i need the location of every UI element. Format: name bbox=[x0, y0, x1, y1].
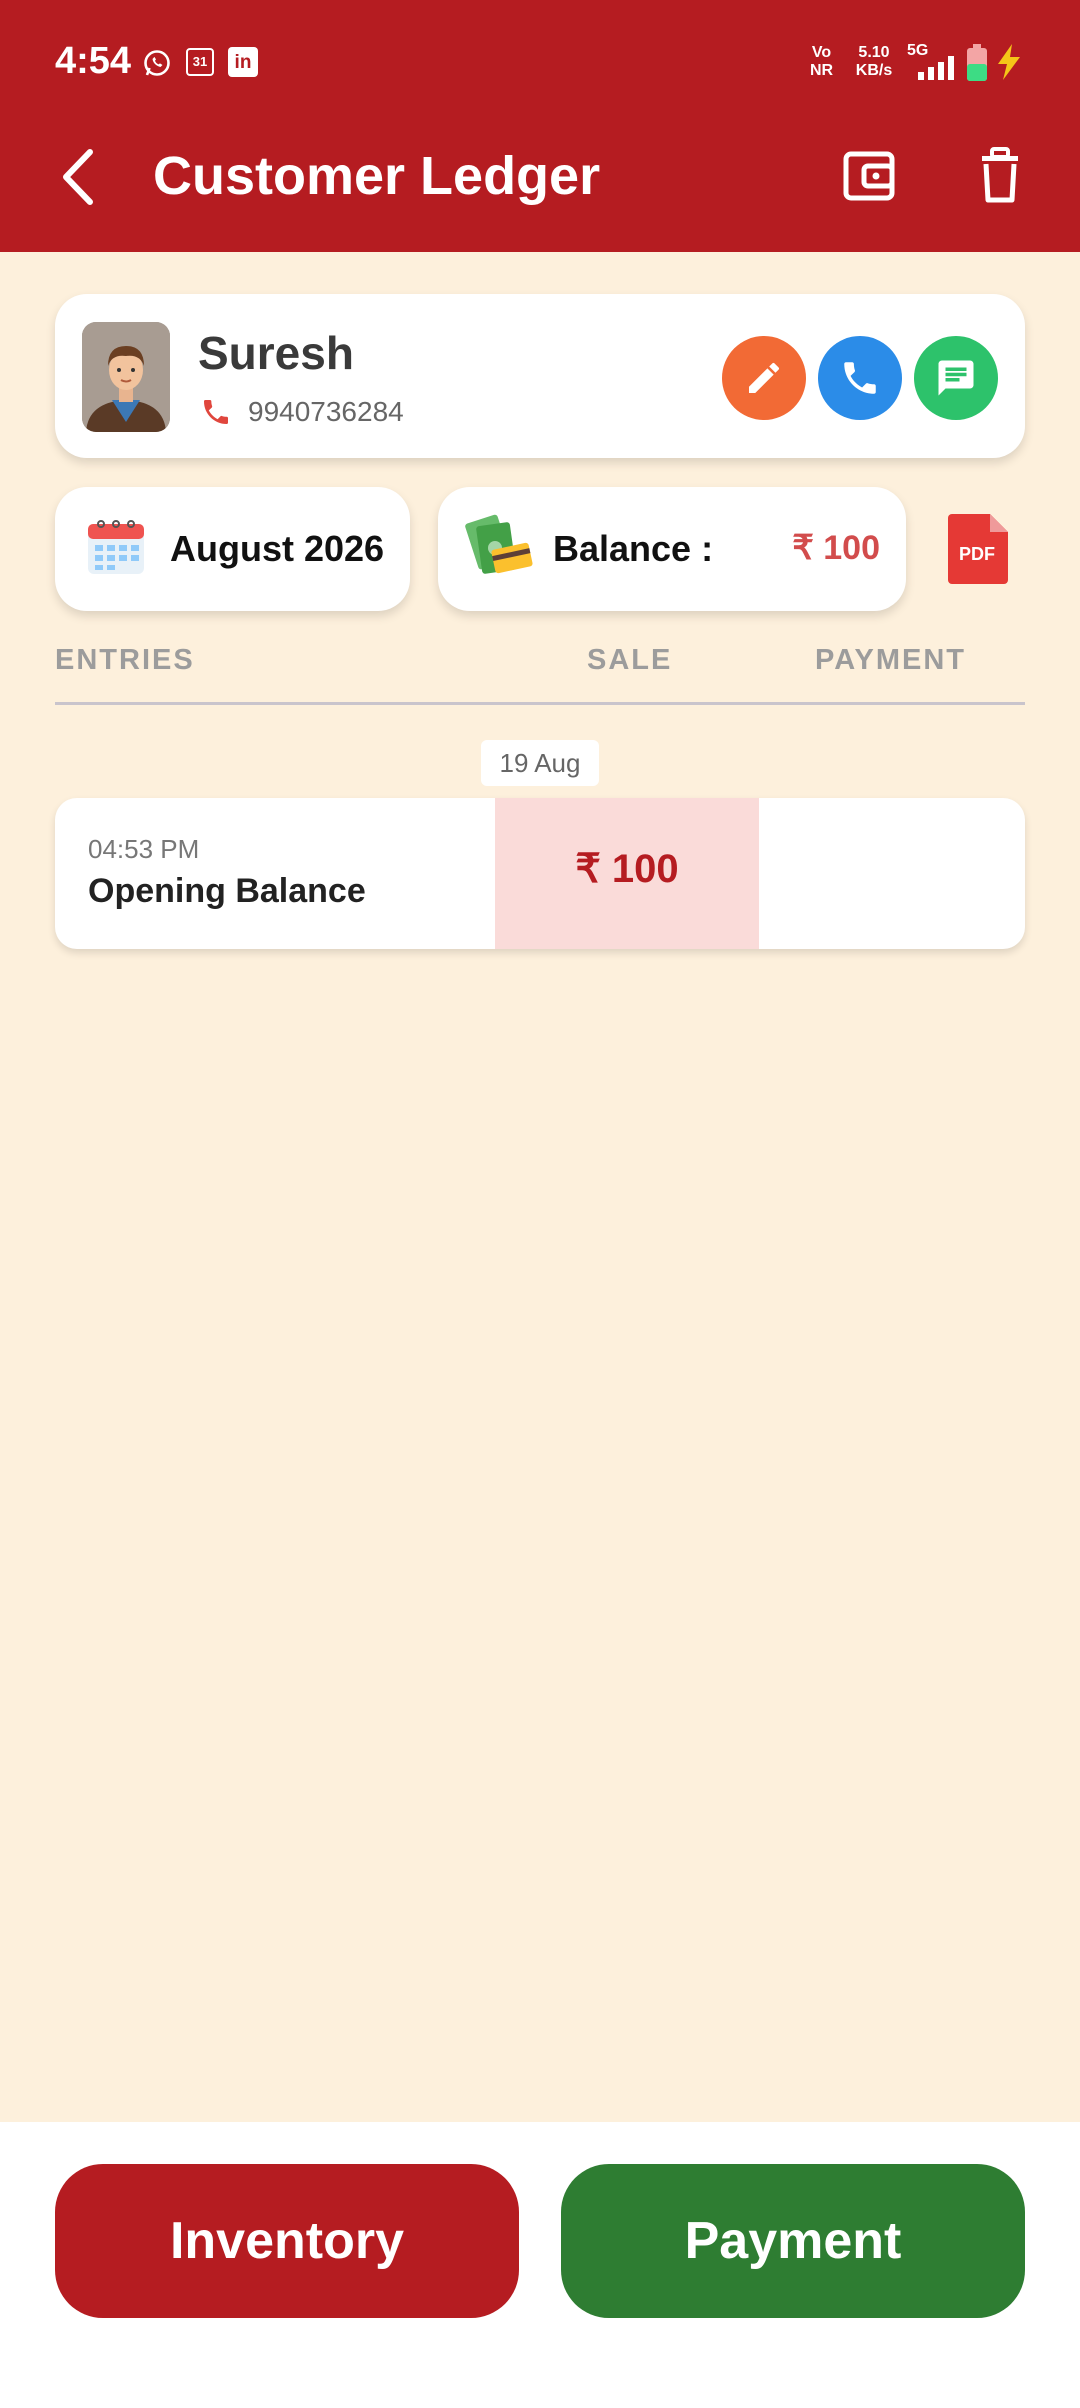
trash-icon[interactable] bbox=[978, 146, 1022, 204]
balance-value: ₹ 100 bbox=[792, 529, 880, 567]
ledger-entry-row[interactable]: 04:53 PM Opening Balance ₹ 100 bbox=[55, 798, 1025, 949]
date-chip: 19 Aug bbox=[481, 740, 599, 786]
whatsapp-icon bbox=[144, 50, 170, 76]
back-chevron-icon[interactable] bbox=[58, 146, 98, 208]
call-customer-button[interactable] bbox=[818, 336, 902, 420]
customer-avatar bbox=[82, 322, 170, 432]
signal-icon bbox=[918, 56, 954, 80]
calendar-icon bbox=[88, 520, 144, 574]
money-icon bbox=[465, 514, 533, 574]
balance-label: Balance : bbox=[553, 528, 714, 569]
customer-phone: 9940736284 bbox=[248, 396, 404, 427]
battery-icon bbox=[967, 44, 987, 81]
entry-time: 04:53 PM bbox=[88, 834, 200, 864]
calendar-icon: 31 bbox=[186, 48, 214, 76]
charging-icon bbox=[998, 44, 1020, 80]
column-header-entries: ENTRIES bbox=[55, 644, 195, 676]
message-customer-button[interactable] bbox=[914, 336, 998, 420]
customer-name: Suresh bbox=[198, 327, 354, 379]
pencil-icon bbox=[749, 362, 779, 393]
app-header bbox=[0, 0, 1080, 252]
sale-amount: ₹ 100 bbox=[575, 847, 679, 891]
edit-customer-button[interactable] bbox=[722, 336, 806, 420]
column-header-payment: PAYMENT bbox=[815, 644, 966, 676]
column-header-sale: SALE bbox=[587, 644, 673, 676]
inventory-button[interactable]: Inventory bbox=[55, 2164, 519, 2318]
month-label: August 2026 bbox=[170, 528, 385, 569]
message-icon bbox=[938, 360, 974, 396]
pdf-label: PDF bbox=[959, 544, 995, 564]
payment-button[interactable]: Payment bbox=[561, 2164, 1025, 2318]
header-divider bbox=[55, 702, 1025, 705]
entry-label: Opening Balance bbox=[88, 872, 366, 910]
wallet-icon[interactable] bbox=[842, 146, 896, 204]
phone-icon bbox=[844, 362, 876, 394]
phone-icon bbox=[204, 400, 228, 424]
page-title: Customer Ledger bbox=[153, 146, 601, 206]
status-time: 4:54 bbox=[55, 40, 132, 82]
volte-indicator: Vo NR bbox=[810, 44, 834, 79]
network-speed: 5.10 KB/s bbox=[855, 44, 893, 79]
pdf-export-button[interactable]: PDF bbox=[946, 514, 1012, 584]
linkedin-icon: in bbox=[228, 47, 258, 77]
